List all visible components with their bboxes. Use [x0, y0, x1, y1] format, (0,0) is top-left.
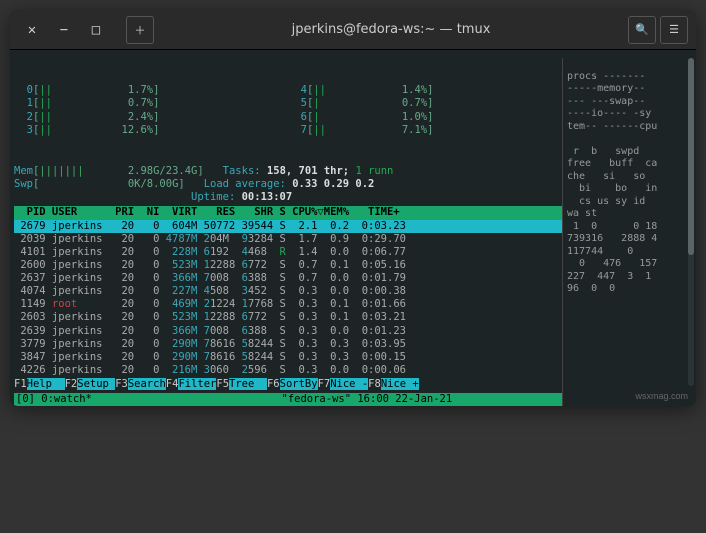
fn-f1[interactable]: Help — [27, 378, 65, 390]
fn-f4[interactable]: Filter — [178, 378, 216, 390]
process-row[interactable]: 2679 jperkins 20 0 604M 50772 39544 S 2.… — [14, 220, 562, 233]
process-row[interactable]: 3779 jperkins 20 0 290M 78616 58244 S 0.… — [14, 338, 562, 351]
terminal-window: ✕ − □ ＋ jperkins@fedora-ws:~ — tmux 🔍 ☰ … — [10, 10, 696, 406]
process-row[interactable]: 2637 jperkins 20 0 366M 7008 6388 S 0.7 … — [14, 272, 562, 285]
fn-f2[interactable]: Setup — [77, 378, 115, 390]
close-button[interactable]: ✕ — [18, 16, 46, 44]
terminal-body[interactable]: 0[|| 1.7%] 1[|| 0.7%] 2[|| 2.4%] 3[|| 12… — [10, 50, 696, 406]
memory-meter: Mem[||||||| 2.98G/23.4G] Tasks: 158, 701… — [14, 165, 562, 204]
search-button[interactable]: 🔍 — [628, 16, 656, 44]
menu-button[interactable]: ☰ — [660, 16, 688, 44]
watermark: wsxmag.com — [635, 391, 688, 402]
fn-f3[interactable]: Search — [128, 378, 166, 390]
fn-f7[interactable]: Nice - — [330, 378, 368, 390]
function-keys[interactable]: F1Help F2Setup F3SearchF4FilterF5Tree F6… — [14, 378, 562, 391]
minimize-button[interactable]: − — [50, 16, 78, 44]
menu-icon: ☰ — [669, 23, 679, 36]
process-row[interactable]: 1149 root 20 0 469M 21224 17768 S 0.3 0.… — [14, 298, 562, 311]
fn-f8[interactable]: Nice + — [381, 378, 419, 390]
fn-f6[interactable]: SortBy — [280, 378, 318, 390]
maximize-button[interactable]: □ — [82, 16, 110, 44]
process-row[interactable]: 4101 jperkins 20 0 228M 6192 4468 R 1.4 … — [14, 246, 562, 259]
cpu-meters: 0[|| 1.7%] 1[|| 0.7%] 2[|| 2.4%] 3[|| 12… — [14, 58, 562, 163]
process-row[interactable]: 2603 jperkins 20 0 523M 12288 6772 S 0.3… — [14, 311, 562, 324]
window-title: jperkins@fedora-ws:~ — tmux — [154, 22, 628, 37]
process-row[interactable]: 4074 jperkins 20 0 227M 4508 3452 S 0.3 … — [14, 285, 562, 298]
process-header[interactable]: PID USER PRI NI VIRT RES SHR S CPU%▽MEM%… — [14, 206, 562, 219]
tmux-status[interactable]: [0] 0:watch* "fedora-ws" 16:00 22-Jan-21 — [14, 393, 562, 406]
htop-pane[interactable]: 0[|| 1.7%] 1[|| 0.7%] 2[|| 2.4%] 3[|| 12… — [14, 58, 562, 406]
process-row[interactable]: 3847 jperkins 20 0 290M 78616 58244 S 0.… — [14, 351, 562, 364]
process-row[interactable]: 2600 jperkins 20 0 523M 12288 6772 S 0.7… — [14, 259, 562, 272]
vmstat-pane[interactable]: procs ------- -----memory-- --- ---swap-… — [562, 58, 692, 406]
scroll-thumb[interactable] — [688, 58, 694, 255]
process-row[interactable]: 2039 jperkins 20 0 4787M 204M 93284 S 1.… — [14, 233, 562, 246]
new-tab-button[interactable]: ＋ — [126, 16, 154, 44]
process-row[interactable]: 2639 jperkins 20 0 366M 7008 6388 S 0.3 … — [14, 325, 562, 338]
scrollbar[interactable] — [688, 58, 694, 386]
process-list[interactable]: 2679 jperkins 20 0 604M 50772 39544 S 2.… — [14, 220, 562, 378]
search-icon: 🔍 — [635, 23, 649, 36]
titlebar: ✕ − □ ＋ jperkins@fedora-ws:~ — tmux 🔍 ☰ — [10, 10, 696, 50]
fn-f5[interactable]: Tree — [229, 378, 267, 390]
process-row[interactable]: 4226 jperkins 20 0 216M 3060 2596 S 0.3 … — [14, 364, 562, 377]
